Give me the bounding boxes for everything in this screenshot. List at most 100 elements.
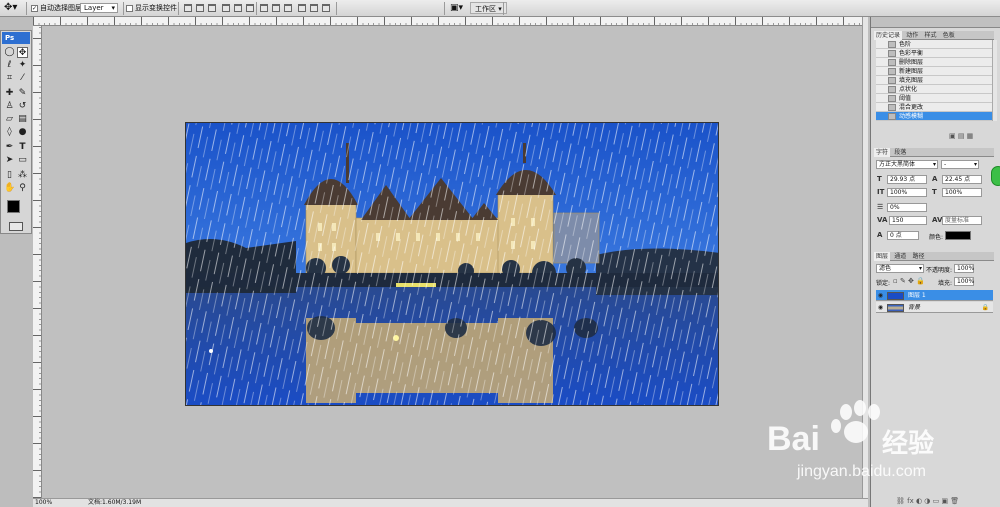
layer-row-selected[interactable]: ◉ 图层 1 [876,290,993,301]
align-top-icon[interactable] [184,4,192,12]
notes-tool-icon[interactable]: ▯ [4,170,15,181]
lasso-tool-icon[interactable]: ℓ [4,60,15,71]
kerning-field[interactable]: 150 [889,216,927,225]
move-tool-icon[interactable]: ✥▾ [4,2,17,14]
zoom-tool-icon[interactable]: ⚲ [17,183,28,194]
distribute-bottom-icon[interactable] [284,4,292,12]
zoom-level[interactable]: 100% [35,499,52,507]
workspace-button[interactable]: 工作区 ▾ [470,2,507,14]
shape-tool-icon[interactable]: ▭ [17,155,28,166]
leading-field[interactable]: 22.45 点 [942,175,982,184]
tab-paths[interactable]: 路径 [911,252,927,261]
history-item-selected[interactable]: 动感模糊 [876,112,992,121]
fill-label: 填充: [938,280,953,287]
tab-channels[interactable]: 通道 [892,252,908,261]
horizontal-scale-field[interactable]: 100% [942,188,982,197]
baseline-shift-icon: A [877,231,883,239]
history-brush-icon[interactable]: ↺ [17,101,28,112]
hand-tool-icon[interactable]: ✋ [4,183,15,194]
blend-mode-select[interactable]: 滤色 ▾ [876,264,924,273]
tab-swatches[interactable]: 色板 [941,31,957,40]
align-right-icon[interactable] [246,4,254,12]
tab-paragraph[interactable]: 段落 [892,148,908,157]
count-tool-icon[interactable]: ⁂ [17,170,28,181]
eraser-tool-icon[interactable]: ▱ [4,114,15,125]
distribute-top-icon[interactable] [260,4,268,12]
align-bottom-icon[interactable] [208,4,216,12]
kerning-mode-icon: AV [932,216,943,224]
brush-tool-icon[interactable]: ✎ [17,88,28,99]
fill-field[interactable]: 100% [954,277,974,286]
character-tabs: 字符 段落 [874,148,994,157]
leading-icon: A [932,175,938,183]
auto-select-dropdown[interactable]: Layer ▾ [80,3,118,13]
rainy-castle-image [186,123,718,405]
kerning-mode-select[interactable]: 度量标准 [942,216,982,225]
type-tool-icon[interactable]: T [17,142,28,153]
auto-select-checkbox[interactable]: ✓ 自动选择图层 [31,2,82,14]
history-state-icon [888,86,896,93]
tab-actions[interactable]: 动作 [904,31,920,40]
tab-character[interactable]: 字符 [874,148,891,157]
layer-thumbnail [887,303,904,312]
dodge-tool-icon[interactable]: ● [17,127,28,138]
tab-layers[interactable]: 图层 [874,252,891,261]
lock-icons[interactable]: ▫ ✎ ✥ 🔒 [893,277,925,285]
tab-styles[interactable]: 样式 [923,31,939,40]
eye-icon[interactable]: ◉ [876,290,885,301]
baidu-jingyan-watermark: Bai 经验 jingyan.baidu.com [752,398,952,483]
history-footer-icons[interactable]: ▣ ▤ ▦ [949,132,973,140]
distribute-hcenter-icon[interactable] [310,4,318,12]
distribute-left-icon[interactable] [298,4,306,12]
eyedropper-icon[interactable]: ⁄ [17,73,28,84]
show-transform-checkbox[interactable]: 显示变换控件 [126,2,177,14]
foreground-color-swatch[interactable] [7,200,20,213]
font-style-select[interactable]: - ▾ [941,160,979,169]
magic-wand-icon[interactable]: ✦ [17,60,28,71]
history-item[interactable]: 点状化 [876,85,992,94]
gradient-tool-icon[interactable]: ▤ [17,114,28,125]
pen-tool-icon[interactable]: ✒ [4,142,15,153]
distribute-vcenter-icon[interactable] [272,4,280,12]
history-item[interactable]: 阈值 [876,94,992,103]
font-size-field[interactable]: 29.93 点 [887,175,927,184]
history-scrollbar[interactable] [992,40,997,121]
chevron-down-icon: ▾ [973,161,977,168]
history-item[interactable]: 填充图层 [876,76,992,85]
horizontal-scale-icon: T [932,188,937,196]
lock-label: 锁定: [876,280,891,287]
green-badge-icon[interactable] [991,166,1000,186]
dock-icon[interactable]: ▣▾ [450,2,463,14]
history-item[interactable]: 色彩平衡 [876,49,992,58]
crop-tool-icon[interactable]: ⌗ [4,73,15,84]
vertical-scale-field[interactable]: 100% [887,188,927,197]
tab-history[interactable]: 历史记录 [874,31,903,40]
distribute-right-icon[interactable] [322,4,330,12]
marquee-tool-icon[interactable]: ◯ [4,47,15,58]
history-item[interactable]: 新建图层 [876,67,992,76]
status-bar: 100% 文档:1.60M/3.19M [33,498,868,507]
path-select-icon[interactable]: ➤ [4,155,15,166]
opacity-field[interactable]: 100% [954,264,974,273]
move-tool-icon[interactable]: ✥ [17,47,28,58]
align-hcenter-icon[interactable] [234,4,242,12]
history-item[interactable]: 色阶 [876,40,992,49]
text-color-swatch[interactable] [945,231,971,240]
document-image[interactable] [185,122,719,406]
tracking-field[interactable]: 0% [887,203,927,212]
baseline-shift-field[interactable]: 0 点 [887,231,919,240]
opacity-label: 不透明度: [926,267,953,274]
history-item[interactable]: 混合更改 [876,103,992,112]
layers-tabs: 图层 通道 路径 [874,252,994,261]
font-family-select[interactable]: 方正大黑简体 ▾ [876,160,938,169]
align-vcenter-icon[interactable] [196,4,204,12]
quick-mask-icon[interactable] [9,222,23,231]
layers-footer-icons[interactable]: ⛓ fx ◐ ◑ ▭ ▣ 🗑 [896,497,959,505]
align-left-icon[interactable] [222,4,230,12]
layer-row[interactable]: ◉ 背景 🔒 [876,302,993,313]
clone-stamp-icon[interactable]: ♙ [4,101,15,112]
history-item[interactable]: 删除图层 [876,58,992,67]
blur-tool-icon[interactable]: ◊ [4,127,15,138]
healing-brush-icon[interactable]: ✚ [4,88,15,99]
eye-icon[interactable]: ◉ [876,302,885,313]
